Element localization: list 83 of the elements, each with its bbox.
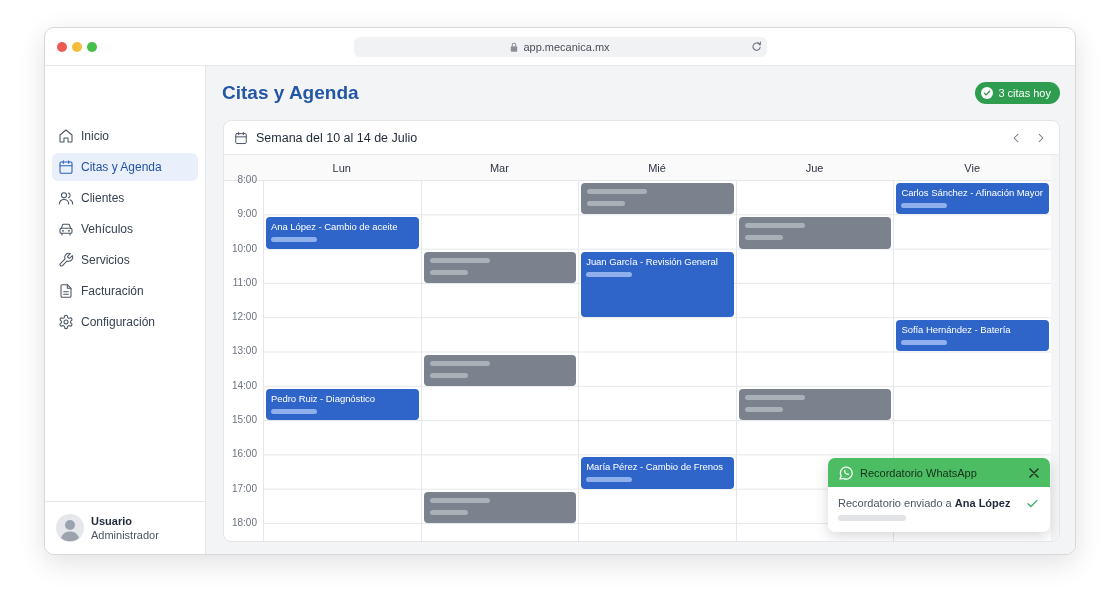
wrench-icon <box>58 252 74 268</box>
placeholder-line <box>586 477 633 483</box>
user-role: Administrador <box>91 529 159 541</box>
time-label: 12:00 <box>231 311 257 324</box>
placeholder-line <box>901 340 948 346</box>
nav-item[interactable]: Configuración <box>52 308 198 336</box>
time-label: 14:00 <box>231 379 257 392</box>
appointment-block[interactable]: Pedro Ruiz - Diagnóstico <box>266 388 419 421</box>
placeholder-line <box>744 394 805 400</box>
today-count-label: 3 citas hoy <box>998 87 1051 99</box>
avatar-icon <box>56 514 84 542</box>
day-header: Jue <box>805 161 824 174</box>
day-header: Lun <box>332 161 351 174</box>
user-name: Usuario <box>91 515 133 527</box>
nav-item[interactable]: Citas y Agenda <box>52 153 198 181</box>
appointment-title: Pedro Ruiz - Diagnóstico <box>271 392 376 405</box>
car-icon <box>58 221 74 237</box>
placeholder-line <box>429 497 490 503</box>
close-icon <box>1029 467 1039 478</box>
people-icon <box>58 190 74 206</box>
time-label: 10:00 <box>231 242 257 255</box>
calendar-icon <box>234 130 248 145</box>
home-icon <box>58 128 74 144</box>
placeholder-line <box>586 271 633 277</box>
nav-item[interactable]: Clientes <box>52 184 198 212</box>
page-title: Citas y Agenda <box>222 82 359 104</box>
placeholder-line <box>429 257 490 263</box>
reload-icon[interactable] <box>750 41 762 52</box>
nav-item[interactable]: Inicio <box>52 122 198 150</box>
day-header: Mar <box>489 161 509 174</box>
time-label: 16:00 <box>231 448 257 461</box>
appointment-block[interactable]: Ana López - Cambio de aceite <box>266 217 419 249</box>
week-label: Semana del 10 al 14 de Julio <box>256 130 418 145</box>
placeholder-line <box>744 235 783 241</box>
appointment-title: Sofía Hernández - Batería <box>901 324 1012 337</box>
appointment-block[interactable]: Sofía Hernández - Batería <box>896 320 1049 352</box>
placeholder-line <box>429 372 468 378</box>
appointment-title: Ana López - Cambio de aceite <box>271 221 399 234</box>
time-label: 15:00 <box>231 414 257 427</box>
time-label: 17:00 <box>231 482 257 495</box>
placeholder-line <box>271 237 317 243</box>
time-label: 13:00 <box>231 345 257 358</box>
nav-item[interactable]: Servicios <box>52 246 198 274</box>
placeholder-line <box>838 515 906 521</box>
window-minimize-control[interactable] <box>72 41 82 52</box>
window-zoom-control[interactable] <box>87 41 97 52</box>
chevron-right-icon <box>1038 132 1044 143</box>
placeholder-line <box>744 406 783 412</box>
placeholder-line <box>271 408 317 414</box>
time-label: 9:00 <box>237 208 257 221</box>
calendar-icon <box>58 159 74 175</box>
day-header: Vie <box>964 161 981 174</box>
document-icon <box>58 283 74 299</box>
appointment-title: María Pérez - Cambio de Frenos <box>586 461 725 474</box>
placeholder-line <box>429 269 468 275</box>
placeholder-line <box>429 360 490 366</box>
appointment-block[interactable]: Juan García - Revisión General <box>581 251 734 318</box>
day-header: Mié <box>648 161 666 174</box>
placeholder-line <box>587 189 648 194</box>
check-circle-icon <box>981 87 994 99</box>
nav-item[interactable]: Vehículos <box>52 215 198 243</box>
chevron-left-icon <box>1013 132 1019 143</box>
appointment-title: Carlos Sánchez - Afinación Mayor <box>901 187 1044 199</box>
time-label: 18:00 <box>231 516 257 529</box>
gear-icon <box>58 314 74 330</box>
nav-item[interactable]: Facturación <box>52 277 198 305</box>
window-close-control[interactable] <box>57 41 67 52</box>
placeholder-line <box>901 203 948 208</box>
lock-icon <box>510 41 519 52</box>
appointment-block[interactable]: María Pérez - Cambio de Frenos <box>581 457 734 489</box>
scrollbar-track[interactable] <box>1051 155 1059 541</box>
time-label: 11:00 <box>232 276 257 289</box>
notification-message: Recordatorio enviado a Ana López <box>838 497 1011 509</box>
notification-title: Recordatorio WhatsApp <box>860 466 977 479</box>
placeholder-line <box>587 201 626 206</box>
placeholder-line <box>429 509 468 515</box>
appointment-block[interactable]: Carlos Sánchez - Afinación Mayor <box>896 183 1049 215</box>
placeholder-line <box>744 223 805 229</box>
appointment-title: Juan García - Revisión General <box>586 255 719 268</box>
time-label: 8:00 <box>237 174 257 186</box>
chat-phone-icon <box>838 464 854 481</box>
address-bar[interactable]: app.mecanica.mx <box>353 36 767 57</box>
check-icon <box>1027 498 1038 508</box>
